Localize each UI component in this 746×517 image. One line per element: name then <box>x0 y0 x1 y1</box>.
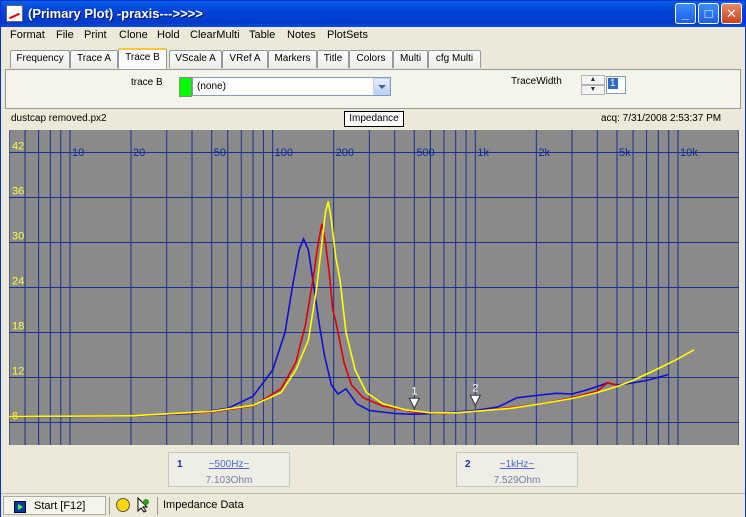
series-line-1 <box>9 236 669 418</box>
marker-triangle <box>408 397 421 410</box>
tab-title[interactable]: Title <box>317 50 349 68</box>
tab-frequency[interactable]: Frequency <box>10 50 70 68</box>
x-tick-label: 500 <box>416 147 434 159</box>
x-tick-label: 2k <box>538 147 550 159</box>
cursor-tool-icon[interactable] <box>135 497 151 513</box>
marker-1-freq[interactable]: ~500Hz~ <box>169 459 289 470</box>
start-label: Start [F12] <box>34 500 86 512</box>
file-name: dustcap removed.px2 <box>11 113 107 124</box>
trace-b-panel: trace B (none) TraceWidth ▲ ▼ 1 <box>5 69 741 109</box>
marker-readout-1[interactable]: 1 ~500Hz~ 7.103Ohm <box>168 452 290 487</box>
smiley-icon[interactable] <box>116 498 130 512</box>
tab-multi[interactable]: Multi <box>393 50 428 68</box>
tab-trace-b[interactable]: Trace B <box>118 48 167 69</box>
marker-triangle <box>469 394 482 407</box>
y-tick-label: 30 <box>12 231 24 243</box>
y-tick-label: 18 <box>12 321 24 333</box>
y-tick-label: 36 <box>12 186 24 198</box>
tab-vref-a[interactable]: VRef A <box>222 50 268 68</box>
spin-up-icon[interactable]: ▲ <box>581 75 605 85</box>
chevron-down-icon[interactable] <box>373 78 390 95</box>
series-line-2 <box>9 223 618 418</box>
window-title: (Primary Plot) -praxis--->>>> <box>28 6 203 21</box>
tab-strip: Frequency Trace A Trace B VScale A VRef … <box>1 48 745 70</box>
plot-header: dustcap removed.px2 Impedance acq: 7/31/… <box>1 109 745 129</box>
tab-colors[interactable]: Colors <box>349 50 393 68</box>
trace-select-value: (none) <box>197 81 226 92</box>
close-button[interactable]: ✕ <box>721 3 742 24</box>
status-bar: Start [F12] Impedance Data <box>1 493 745 517</box>
menu-clearmulti[interactable]: ClearMulti <box>190 29 240 41</box>
menu-print[interactable]: Print <box>84 29 107 41</box>
tab-cfg-multi[interactable]: cfg Multi <box>428 50 481 68</box>
y-tick-label: 42 <box>12 141 24 153</box>
app-icon <box>6 5 23 22</box>
x-tick-label: 10k <box>680 147 698 159</box>
trace-width-label: TraceWidth <box>511 76 562 87</box>
trace-label: trace B <box>131 77 163 88</box>
marker-2-value: 7.529Ohm <box>493 475 541 486</box>
x-tick-label: 200 <box>336 147 354 159</box>
acquisition-time: acq: 7/31/2008 2:53:37 PM <box>601 113 722 124</box>
menu-bar: Format File Print Clone Hold ClearMulti … <box>1 27 745 45</box>
tab-trace-a[interactable]: Trace A <box>70 50 118 68</box>
play-icon <box>14 501 26 513</box>
x-tick-label: 20 <box>133 147 145 159</box>
x-tick-label: 50 <box>214 147 226 159</box>
marker-readout-bar: 1 ~500Hz~ 7.103Ohm 2 ~1kHz~ 7.529Ohm <box>1 445 745 492</box>
status-divider <box>157 497 158 515</box>
impedance-plot[interactable]: 10 20 50 100 200 500 1k 2k 5k 10k 6 12 18 24 30 36 42 1 2 <box>9 130 739 445</box>
marker-label: 2 <box>472 382 478 394</box>
menu-hold[interactable]: Hold <box>157 29 180 41</box>
status-text: Impedance Data <box>163 499 244 511</box>
y-tick-label: 24 <box>12 276 24 288</box>
trace-select[interactable]: (none) <box>192 77 391 96</box>
start-button[interactable]: Start [F12] <box>3 496 106 515</box>
tab-markers[interactable]: Markers <box>268 50 317 68</box>
y-tick-label: 12 <box>12 366 24 378</box>
menu-clone[interactable]: Clone <box>119 29 148 41</box>
x-tick-label: 1k <box>477 147 489 159</box>
menu-plotsets[interactable]: PlotSets <box>327 29 368 41</box>
maximize-button[interactable]: □ <box>698 3 719 24</box>
x-tick-label: 100 <box>275 147 293 159</box>
menu-notes[interactable]: Notes <box>287 29 316 41</box>
trace-color-swatch[interactable] <box>179 77 192 97</box>
marker-label: 1 <box>411 385 417 397</box>
menu-table[interactable]: Table <box>249 29 275 41</box>
trace-width-value: 1 <box>608 78 618 89</box>
trace-width-spinner: ▲ ▼ <box>581 75 605 95</box>
trace-width-input[interactable]: 1 <box>606 76 626 94</box>
status-divider <box>109 497 110 515</box>
spin-down-icon[interactable]: ▼ <box>581 85 605 95</box>
title-bar[interactable]: (Primary Plot) -praxis--->>>> _ □ ✕ <box>1 1 745 27</box>
menu-file[interactable]: File <box>56 29 74 41</box>
app-window: (Primary Plot) -praxis--->>>> _ □ ✕ Form… <box>0 0 746 517</box>
marker-1-value: 7.103Ohm <box>205 475 253 486</box>
impedance-chart-svg[interactable]: 10 20 50 100 200 500 1k 2k 5k 10k61218243036421 2 <box>9 130 739 445</box>
x-tick-label: 10 <box>72 147 84 159</box>
plot-title[interactable]: Impedance <box>344 111 404 127</box>
marker-readout-2[interactable]: 2 ~1kHz~ 7.529Ohm <box>456 452 578 487</box>
marker-2-freq[interactable]: ~1kHz~ <box>457 459 577 470</box>
minimize-button[interactable]: _ <box>675 3 696 24</box>
tab-vscale-a[interactable]: VScale A <box>169 50 222 68</box>
menu-format[interactable]: Format <box>10 29 45 41</box>
x-tick-label: 5k <box>619 147 631 159</box>
